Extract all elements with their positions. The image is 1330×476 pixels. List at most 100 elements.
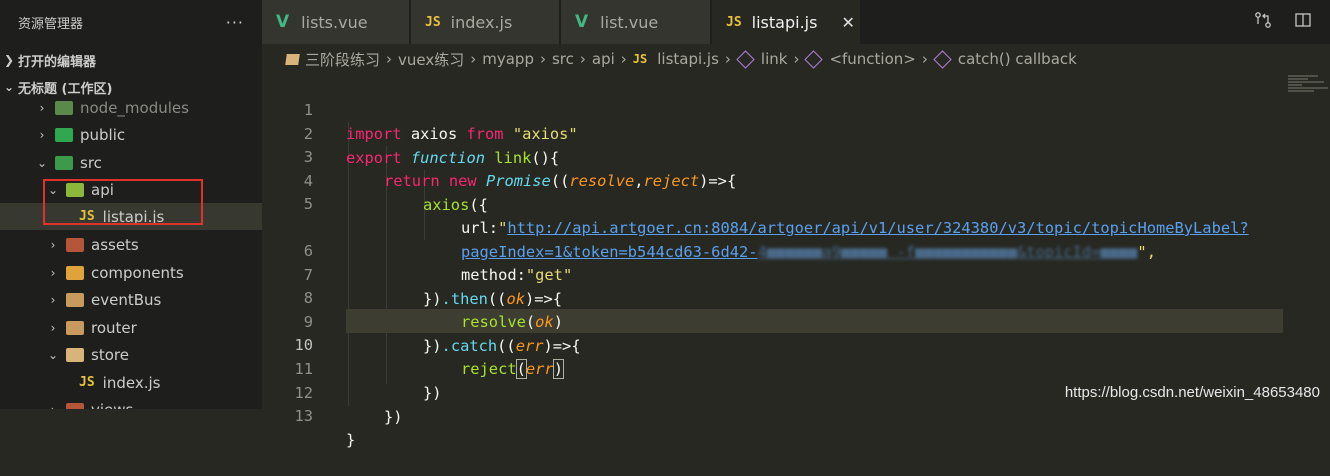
open-changes-icon[interactable] [1254,11,1272,33]
code-line-1: 1 import axios from "axios" [262,74,1330,143]
tree-item-label: components [91,263,184,282]
explorer-sidebar: 资源管理器 ··· ❯ 打开的编辑器 ⌄ 无标题 (工作区) › node_mo… [0,0,262,409]
breadcrumb-item[interactable]: myapp [482,50,534,68]
tree-item-public[interactable]: › public [0,121,262,148]
code-line-11: 11 }) [262,333,1330,402]
breadcrumb-separator: › [539,50,546,68]
explorer-title: 资源管理器 [18,16,84,32]
chevron-right-icon: ❯ [3,53,15,67]
chevron-right-icon: › [50,320,56,335]
more-actions-icon[interactable]: ··· [226,13,244,32]
tab-label: list.vue [600,12,659,32]
tree-item-label: public [80,125,126,144]
vue-icon: V [575,12,589,32]
tree-item-views[interactable]: › views [0,396,262,409]
js-icon: JS [726,14,742,30]
chevron-right-icon: › [39,127,45,142]
code-line-10: 10 reject(err) [262,309,1330,379]
tab-listapi-js[interactable]: JS listapi.js ✕ [712,0,860,44]
breadcrumb-separator: › [921,50,928,68]
breadcrumb-separator: › [620,50,627,68]
breadcrumb-separator: › [724,50,731,68]
breadcrumb-item[interactable]: JS listapi.js [633,50,719,68]
code-line-5: 5 url:"http://api.artgoer.cn:8084/artgoe… [262,168,1330,237]
symbol-method-icon [804,49,824,69]
tab-label: listapi.js [751,12,818,32]
tree-item-label: assets [91,235,139,254]
js-icon: JS [632,52,648,66]
tree-item-store[interactable]: ⌄ store [0,341,262,368]
tree-item-index-js[interactable]: JS index.js [0,369,262,396]
breadcrumb-item[interactable]: vuex练习 [398,49,464,70]
editor-tab-bar: V lists.vue JS index.js V list.vue JS li… [262,0,1330,44]
explorer-header: 资源管理器 ··· [0,0,262,44]
chevron-right-icon: › [50,292,56,307]
section-open-editors-label: 打开的编辑器 [18,54,97,70]
tab-label: index.js [450,12,513,32]
close-icon[interactable]: ✕ [841,13,854,32]
tree-item-node-modules[interactable]: › node_modules [0,94,262,121]
breadcrumb-item[interactable]: <function> [804,49,916,69]
tree-item-label: router [91,318,137,337]
chevron-right-icon: › [50,237,56,252]
tree-item-label: views [91,401,133,410]
tab-list-vue[interactable]: V list.vue [561,0,710,44]
code-line-6: 6 method:"get" [262,215,1330,284]
breadcrumb-item[interactable]: src [552,50,574,68]
tab-actions [1254,0,1330,44]
chevron-down-icon: ⌄ [47,347,59,362]
tab-index-js[interactable]: JS index.js [411,0,559,44]
split-editor-icon[interactable] [1294,11,1312,33]
code-line-7: 7 }).then((ok)=>{ [262,239,1330,308]
folder-icon [66,320,84,335]
tree-item-src[interactable]: ⌄ src [0,149,262,176]
symbol-method-icon [933,49,952,69]
public-folder-icon [55,127,73,142]
minimap[interactable] [1288,74,1330,98]
tree-item-router[interactable]: › router [0,314,262,341]
section-open-editors[interactable]: ❯ 打开的编辑器 [0,47,262,73]
code-line-2: 2 export function link(){ [262,98,1330,167]
line-number: 13 [294,407,313,425]
symbol-method-icon [736,49,755,69]
folder-icon [285,53,300,65]
tree-item-label: index.js [102,373,161,392]
breadcrumb-separator: › [470,50,477,68]
code-line-8: 8 resolve(ok) [262,262,1330,331]
chevron-right-icon: › [46,403,60,410]
js-file-icon: JS [79,375,95,390]
js-icon: JS [425,14,441,30]
breadcrumb-item[interactable]: 三阶段练习 [285,49,380,70]
breadcrumb-item[interactable]: catch() callback [933,49,1077,69]
src-folder-icon [55,155,73,170]
tree-item-eventbus[interactable]: › eventBus [0,286,262,313]
code-line-3: 3 return new Promise((resolve,reject)=>{ [262,121,1330,190]
tab-label: lists.vue [301,12,368,32]
chevron-right-icon: › [50,265,56,280]
breadcrumb-item[interactable]: api [592,50,615,68]
tree-item-assets[interactable]: › assets [0,231,262,258]
watermark: https://blog.csdn.net/weixin_48653480 [1064,384,1320,401]
breadcrumb-separator: › [793,50,800,68]
tree-item-label: node_modules [80,98,189,117]
chevron-down-icon: ⌄ [3,80,15,94]
tree-item-components[interactable]: › components [0,259,262,286]
code-line-5-wrap: pageIndex=1&token=b544cd63-6d42-4■■■■■■a… [461,243,1156,261]
node-folder-icon [55,100,73,115]
folder-icon [66,292,84,307]
chevron-down-icon: ⌄ [36,155,48,170]
tab-lists-vue[interactable]: V lists.vue [262,0,409,44]
components-folder-icon [66,265,84,280]
breadcrumb-item[interactable]: link [736,49,787,69]
chevron-right-icon: › [39,100,45,115]
code-line-9: 9 }).catch((err)=>{ [262,286,1330,355]
code-editor[interactable]: 1 import axios from "axios" 2 export fun… [262,74,1330,449]
folder-open-icon [66,347,84,362]
views-folder-icon [66,402,84,409]
tree-item-label: eventBus [91,290,162,309]
breadcrumb: 三阶段练习 › vuex练习 › myapp › src › api › JS l… [262,44,1330,74]
code-line-4: 4 axios({ [262,145,1330,214]
breadcrumb-separator: › [579,50,586,68]
annotation-highlight-box [43,179,203,225]
code-line-12: 12 }) [262,357,1330,426]
